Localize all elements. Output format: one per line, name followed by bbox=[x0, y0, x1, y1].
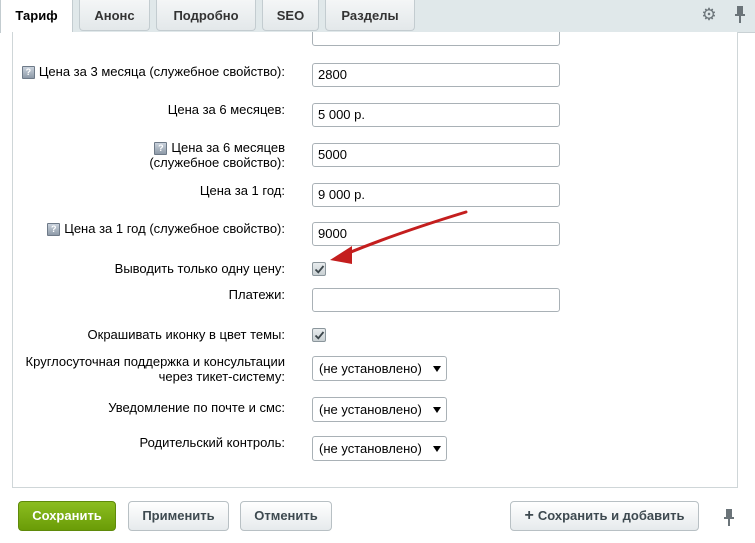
icon-theme-label: Окрашивать иконку в цвет темы: bbox=[87, 327, 285, 342]
single-price-label: Выводить только одну цену: bbox=[114, 261, 285, 276]
tab-tariff[interactable]: Тариф bbox=[0, 0, 73, 33]
parental-label: Родительский контроль: bbox=[139, 435, 285, 450]
parental-select[interactable]: (не установлено) bbox=[312, 436, 447, 461]
hint-icon[interactable]: ? bbox=[47, 223, 61, 236]
payments-input[interactable] bbox=[312, 288, 560, 312]
pin-icon[interactable] bbox=[733, 5, 747, 25]
price-1y-service-input[interactable]: 9000 bbox=[312, 222, 560, 246]
tab-bar: Тариф Анонс Подробно SEO Разделы ⚙ bbox=[0, 0, 755, 33]
price-6m-service-label: ? Цена за 6 месяцев (служебное свойство): bbox=[149, 140, 285, 170]
pin-icon[interactable] bbox=[722, 508, 736, 528]
price-1y-input[interactable]: 9 000 р. bbox=[312, 183, 560, 207]
single-price-checkbox[interactable] bbox=[312, 262, 326, 276]
tab-sections[interactable]: Разделы bbox=[325, 0, 415, 31]
price-3m-service-label: ? Цена за 3 месяца (служебное свойство): bbox=[13, 64, 285, 79]
checkmark-icon bbox=[314, 331, 325, 340]
support-label: Круглосуточная поддержка и консультации … bbox=[25, 354, 285, 384]
hint-icon[interactable]: ? bbox=[21, 66, 35, 79]
payments-label: Платежи: bbox=[228, 287, 285, 302]
plus-icon: + bbox=[524, 507, 534, 524]
price-1y-service-label: ? Цена за 1 год (служебное свойство): bbox=[13, 221, 285, 236]
price-1y-label: Цена за 1 год: bbox=[199, 183, 285, 198]
price-6m-input[interactable]: 5 000 р. bbox=[312, 103, 560, 127]
icon-theme-checkbox[interactable] bbox=[312, 328, 326, 342]
tab-details[interactable]: Подробно bbox=[156, 0, 256, 31]
price-6m-service-input[interactable]: 5000 bbox=[312, 143, 560, 167]
support-select[interactable]: (не установлено) bbox=[312, 356, 447, 381]
chevron-down-icon bbox=[433, 366, 441, 372]
email-sms-label: Уведомление по почте и смс: bbox=[108, 400, 285, 415]
form-panel: ? Цена за 3 месяца (служебное свойство): … bbox=[12, 32, 738, 488]
chevron-down-icon bbox=[433, 407, 441, 413]
hint-icon[interactable]: ? bbox=[154, 142, 168, 155]
cancel-button[interactable]: Отменить bbox=[240, 501, 332, 531]
tab-announce[interactable]: Анонс bbox=[79, 0, 150, 31]
chevron-down-icon bbox=[433, 446, 441, 452]
checkmark-icon bbox=[314, 265, 325, 274]
tab-seo[interactable]: SEO bbox=[262, 0, 319, 31]
save-button[interactable]: Сохранить bbox=[18, 501, 116, 531]
email-sms-select[interactable]: (не установлено) bbox=[312, 397, 447, 422]
apply-button[interactable]: Применить bbox=[128, 501, 229, 531]
save-and-add-button[interactable]: + Сохранить и добавить bbox=[510, 501, 699, 531]
gear-icon[interactable]: ⚙ bbox=[700, 6, 718, 24]
price-3m-service-input[interactable]: 2800 bbox=[312, 63, 560, 87]
price-6m-label: Цена за 6 месяцев: bbox=[167, 102, 285, 117]
price-3m-input[interactable] bbox=[312, 32, 560, 46]
